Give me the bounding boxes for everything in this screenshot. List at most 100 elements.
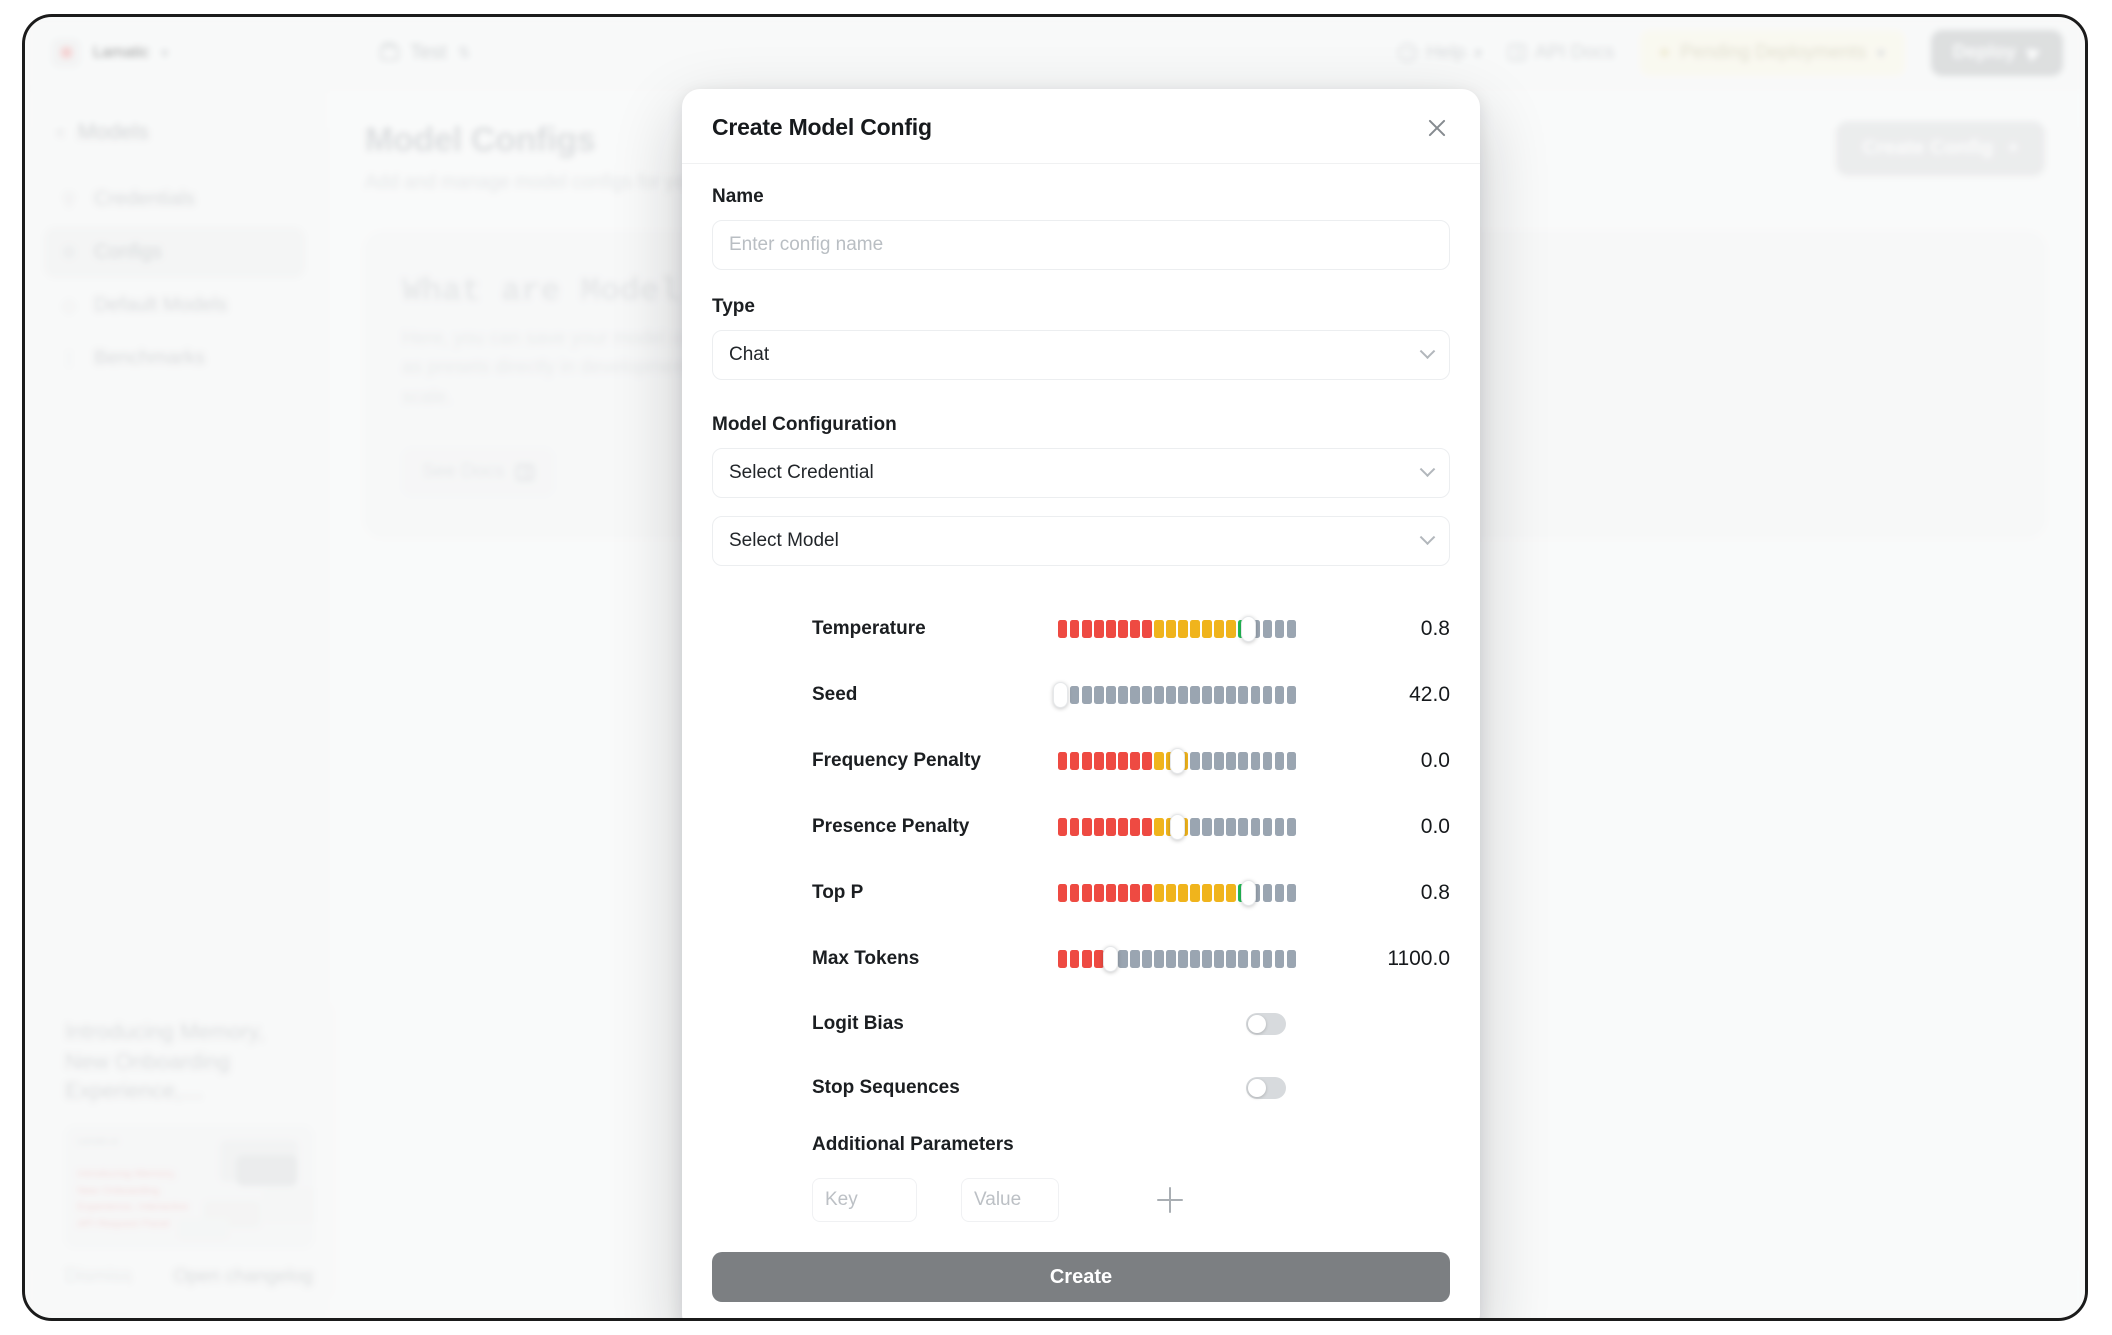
chevron-down-icon: [1420, 343, 1436, 359]
slider-thumb[interactable]: [1170, 748, 1185, 774]
slider-segment: [1178, 884, 1187, 902]
slider-segment: [1106, 884, 1115, 902]
dialog-title: Create Model Config: [712, 114, 932, 141]
model-select[interactable]: Select Model: [712, 516, 1450, 566]
add-parameter-button[interactable]: [1157, 1186, 1185, 1214]
type-select[interactable]: Chat: [712, 330, 1450, 380]
slider-segment: [1263, 686, 1272, 704]
slider-segment: [1082, 686, 1091, 704]
toggle-label: Logit Bias: [812, 1013, 1042, 1035]
parameter-slider[interactable]: [1058, 947, 1296, 971]
toggle-knob: [1248, 1015, 1266, 1033]
slider-segment: [1106, 752, 1115, 770]
create-submit-button[interactable]: Create: [712, 1252, 1450, 1302]
slider-segment: [1154, 752, 1163, 770]
slider-segment: [1287, 818, 1296, 836]
slider-segment: [1130, 884, 1139, 902]
slider-segment: [1202, 620, 1211, 638]
slider-track: [1058, 950, 1296, 968]
param-value-input[interactable]: [961, 1178, 1059, 1222]
parameter-row: Seed 42.0: [712, 662, 1450, 728]
param-key-input[interactable]: [812, 1178, 917, 1222]
slider-segment: [1238, 950, 1247, 968]
credential-select[interactable]: Select Credential: [712, 448, 1450, 498]
slider-thumb[interactable]: [1170, 814, 1185, 840]
slider-segment: [1226, 818, 1235, 836]
slider-thumb[interactable]: [1103, 946, 1118, 972]
slider-segment: [1190, 950, 1199, 968]
slider-segment: [1118, 950, 1127, 968]
slider-segment: [1082, 884, 1091, 902]
parameter-row: Presence Penalty 0.0: [712, 794, 1450, 860]
slider-segment: [1275, 950, 1284, 968]
slider-thumb[interactable]: [1241, 880, 1256, 906]
slider-segment: [1263, 950, 1272, 968]
slider-segment: [1058, 620, 1067, 638]
dialog-header: Create Model Config: [682, 89, 1480, 164]
slider-segment: [1082, 950, 1091, 968]
toggle-stop-sequences[interactable]: [1246, 1077, 1286, 1099]
slider-segment: [1130, 950, 1139, 968]
parameter-slider[interactable]: [1058, 881, 1296, 905]
parameter-slider[interactable]: [1058, 815, 1296, 839]
slider-segment: [1166, 884, 1175, 902]
slider-segment: [1154, 818, 1163, 836]
slider-segment: [1082, 818, 1091, 836]
slider-thumb[interactable]: [1053, 682, 1068, 708]
slider-thumb[interactable]: [1241, 616, 1256, 642]
slider-segment: [1238, 752, 1247, 770]
parameter-value: 0.0: [1370, 749, 1450, 773]
slider-segment: [1154, 884, 1163, 902]
slider-segment: [1226, 884, 1235, 902]
slider-segment: [1094, 686, 1103, 704]
toggle-list: Logit Bias Stop Sequences: [712, 992, 1450, 1120]
parameter-row: Max Tokens1100.0: [712, 926, 1450, 992]
slider-segment: [1251, 818, 1260, 836]
slider-segment: [1226, 620, 1235, 638]
parameter-slider[interactable]: [1058, 683, 1296, 707]
slider-segment: [1178, 950, 1187, 968]
slider-segment: [1154, 620, 1163, 638]
slider-segment: [1082, 620, 1091, 638]
slider-segment: [1214, 818, 1223, 836]
parameter-value: 42.0: [1370, 683, 1450, 707]
name-input[interactable]: [712, 220, 1450, 270]
slider-segment: [1251, 752, 1260, 770]
additional-parameters-label: Additional Parameters: [712, 1134, 1450, 1156]
parameter-value: 0.0: [1370, 815, 1450, 839]
slider-segment: [1058, 884, 1067, 902]
app-window: Lamatic ▾ Test ⇅ ? Help ▾ API: [22, 14, 2088, 1321]
dialog-body: Name Type Chat Model Configuration Selec…: [682, 164, 1480, 1222]
slider-segment: [1202, 884, 1211, 902]
slider-segment: [1070, 686, 1079, 704]
slider-segment: [1202, 686, 1211, 704]
parameter-value: 0.8: [1370, 881, 1450, 905]
toggle-container: [1042, 1013, 1450, 1035]
slider-segment: [1094, 818, 1103, 836]
slider-segment: [1287, 950, 1296, 968]
parameter-row: Top P0.8: [712, 860, 1450, 926]
toggle-label: Stop Sequences: [812, 1077, 1042, 1099]
chevron-down-icon: [1420, 529, 1436, 545]
slider-segment: [1190, 686, 1199, 704]
parameter-slider[interactable]: [1058, 749, 1296, 773]
slider-segment: [1154, 950, 1163, 968]
slider-segment: [1130, 620, 1139, 638]
slider-segment: [1166, 950, 1175, 968]
slider-segment: [1058, 950, 1067, 968]
slider-segment: [1178, 686, 1187, 704]
slider-segment: [1106, 686, 1115, 704]
slider-segment: [1202, 950, 1211, 968]
toggle-logit-bias[interactable]: [1246, 1013, 1286, 1035]
slider-segment: [1106, 818, 1115, 836]
close-icon[interactable]: [1424, 115, 1450, 141]
slider-segment: [1214, 686, 1223, 704]
parameter-slider[interactable]: [1058, 617, 1296, 641]
parameter-list: Temperature0.8Seed42.0Frequency Penalty0…: [712, 596, 1450, 992]
parameter-label: Presence Penalty: [812, 816, 1042, 838]
parameter-label: Seed: [812, 684, 1042, 706]
parameter-label: Temperature: [812, 618, 1042, 640]
slider-segment: [1226, 686, 1235, 704]
slider-segment: [1263, 818, 1272, 836]
slider-segment: [1094, 752, 1103, 770]
